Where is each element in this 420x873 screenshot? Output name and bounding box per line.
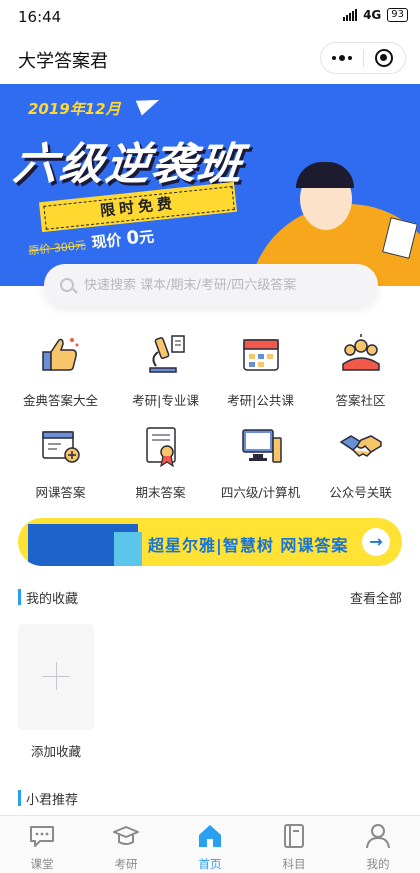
plus-icon-vertical xyxy=(56,662,57,690)
community-icon xyxy=(341,334,380,371)
tab-label: 我的 xyxy=(366,857,390,871)
grid-item-postgrad-public[interactable]: 考研|公共课 xyxy=(208,332,313,416)
section-accent-bar xyxy=(18,790,21,806)
tab-postgrad[interactable]: 考研 xyxy=(84,816,168,873)
certificate-icon xyxy=(145,427,176,468)
favorites-title: 我的收藏 xyxy=(26,592,79,607)
recommend-header: 小君推荐 xyxy=(18,788,402,808)
promo-banner[interactable]: 2019年12月 六级逆袭班 限时免费 原价 300元 现价 0元 xyxy=(0,84,420,286)
old-price: 原价 300元 xyxy=(27,238,87,258)
user-icon xyxy=(366,824,390,849)
computer-icon xyxy=(241,429,282,463)
search-icon xyxy=(60,278,74,292)
tab-subjects[interactable]: 科目 xyxy=(252,816,336,873)
grid-item-label: 期末答案 xyxy=(135,485,186,500)
grid-item-label: 金典答案大全 xyxy=(22,393,98,408)
home-icon xyxy=(199,825,221,847)
status-time: 16:44 xyxy=(18,8,62,26)
grid-item-wechat-account[interactable]: 公众号关联 xyxy=(308,424,413,508)
promo-text: 超星尔雅|智慧树 网课答案 xyxy=(148,536,349,555)
tab-classroom[interactable]: 课堂 xyxy=(0,816,84,873)
banner-tag-text: 限时免费 xyxy=(99,194,177,220)
signal-icon xyxy=(343,9,358,21)
section-accent-bar xyxy=(18,589,21,605)
grid-item-label: 四六级/计算机 xyxy=(220,485,301,500)
recommend-title: 小君推荐 xyxy=(26,793,79,808)
book-illustration-secondary xyxy=(114,532,142,566)
chat-icon xyxy=(30,826,54,847)
favorites-header: 我的收藏 查看全部 xyxy=(18,587,402,607)
thumbs-up-icon xyxy=(41,338,78,371)
search-input[interactable] xyxy=(84,277,354,293)
grid-item-label: 答案社区 xyxy=(335,393,386,408)
view-all-link[interactable]: 查看全部 xyxy=(350,588,402,607)
grid-item-label: 公众号关联 xyxy=(329,485,392,500)
more-options-icon[interactable] xyxy=(321,55,363,61)
microscope-icon xyxy=(148,335,185,373)
battery-level: 93 xyxy=(387,8,408,22)
grid-item-label: 考研|公共课 xyxy=(227,393,294,408)
online-course-promo[interactable]: 超星尔雅|智慧树 网课答案 → xyxy=(18,518,402,566)
paper-plane-icon xyxy=(135,92,163,116)
grid-item-final-exam[interactable]: 期末答案 xyxy=(108,424,213,508)
grid-item-answers-collection[interactable]: 金典答案大全 xyxy=(8,332,113,416)
illustration-hair xyxy=(296,162,354,188)
title-bar: 大学答案君 xyxy=(0,36,420,82)
add-favorite-label: 添加收藏 xyxy=(30,744,81,759)
book-icon xyxy=(284,824,304,848)
banner-headline: 六级逆袭班 xyxy=(10,139,247,190)
add-favorite-card[interactable] xyxy=(18,624,94,730)
network-type: 4G xyxy=(363,8,382,22)
search-bar[interactable] xyxy=(44,264,378,306)
new-price: 现价 0元 xyxy=(90,225,155,252)
grid-item-cet-computer[interactable]: 四六级/计算机 xyxy=(208,424,313,508)
online-course-icon xyxy=(41,431,80,463)
tab-label: 考研 xyxy=(114,857,138,871)
tab-label: 首页 xyxy=(198,857,222,871)
grid-item-community[interactable]: 答案社区 xyxy=(308,332,413,416)
tab-mine[interactable]: 我的 xyxy=(336,816,420,873)
arrow-right-icon[interactable]: → xyxy=(362,528,390,556)
status-icons: 4G 93 xyxy=(343,8,408,22)
bottom-tab-bar: 课堂 考研 首页 科目 我的 xyxy=(0,815,420,873)
banner-date: 2019年12月 xyxy=(28,100,121,118)
grid-item-online-course[interactable]: 网课答案 xyxy=(8,424,113,508)
new-price-unit: 元 xyxy=(138,227,155,247)
handshake-icon xyxy=(339,435,382,457)
status-bar: 16:44 4G 93 xyxy=(0,0,420,34)
mini-program-capsule xyxy=(320,42,406,74)
graduation-cap-icon xyxy=(113,826,139,845)
close-circle-icon xyxy=(375,49,394,67)
grid-item-label: 网课答案 xyxy=(35,485,86,500)
close-mini-program-button[interactable] xyxy=(364,49,405,67)
page-title: 大学答案君 xyxy=(18,51,108,72)
tab-label: 科目 xyxy=(282,857,306,871)
grid-item-postgrad-major[interactable]: 考研|专业课 xyxy=(113,332,218,416)
calendar-icon xyxy=(242,339,279,371)
tab-label: 课堂 xyxy=(30,857,54,871)
grid-item-label: 考研|专业课 xyxy=(132,393,199,408)
tab-home[interactable]: 首页 xyxy=(168,816,252,873)
new-price-prefix: 现价 xyxy=(90,230,123,252)
